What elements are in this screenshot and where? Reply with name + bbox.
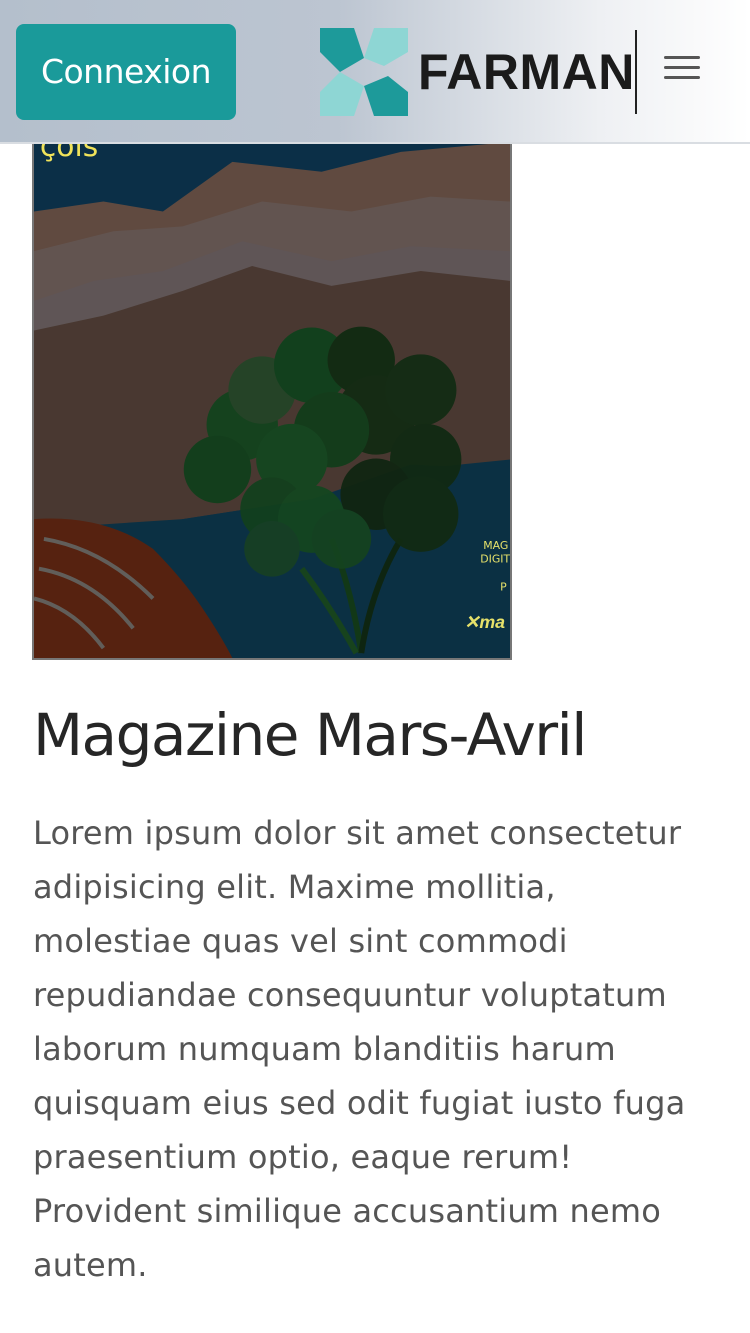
cover-side-line-3: P: [500, 581, 507, 594]
connexion-button[interactable]: Connexion: [16, 24, 236, 120]
magazine-cover-illustration: çois MAG DIGIT P ✕ma: [34, 142, 510, 658]
article-body: Lorem ipsum dolor sit amet consectetur a…: [33, 814, 686, 1284]
hamburger-menu-icon[interactable]: [664, 56, 700, 82]
cover-brand-fragment: ✕ma: [464, 612, 505, 632]
magazine-cover-image[interactable]: çois MAG DIGIT P ✕ma: [32, 142, 512, 660]
site-header: Connexion FARMAN: [0, 0, 750, 144]
logo-wordmark[interactable]: FARMAN: [418, 42, 635, 102]
farman-logo-icon[interactable]: [320, 28, 408, 116]
cover-side-line-2: DIGIT: [480, 553, 510, 566]
cover-side-line-1: MAG: [483, 539, 508, 552]
cover-top-fragment: çois: [40, 142, 98, 164]
article-title: Magazine Mars-Avril: [33, 701, 587, 769]
header-divider: [635, 30, 637, 114]
